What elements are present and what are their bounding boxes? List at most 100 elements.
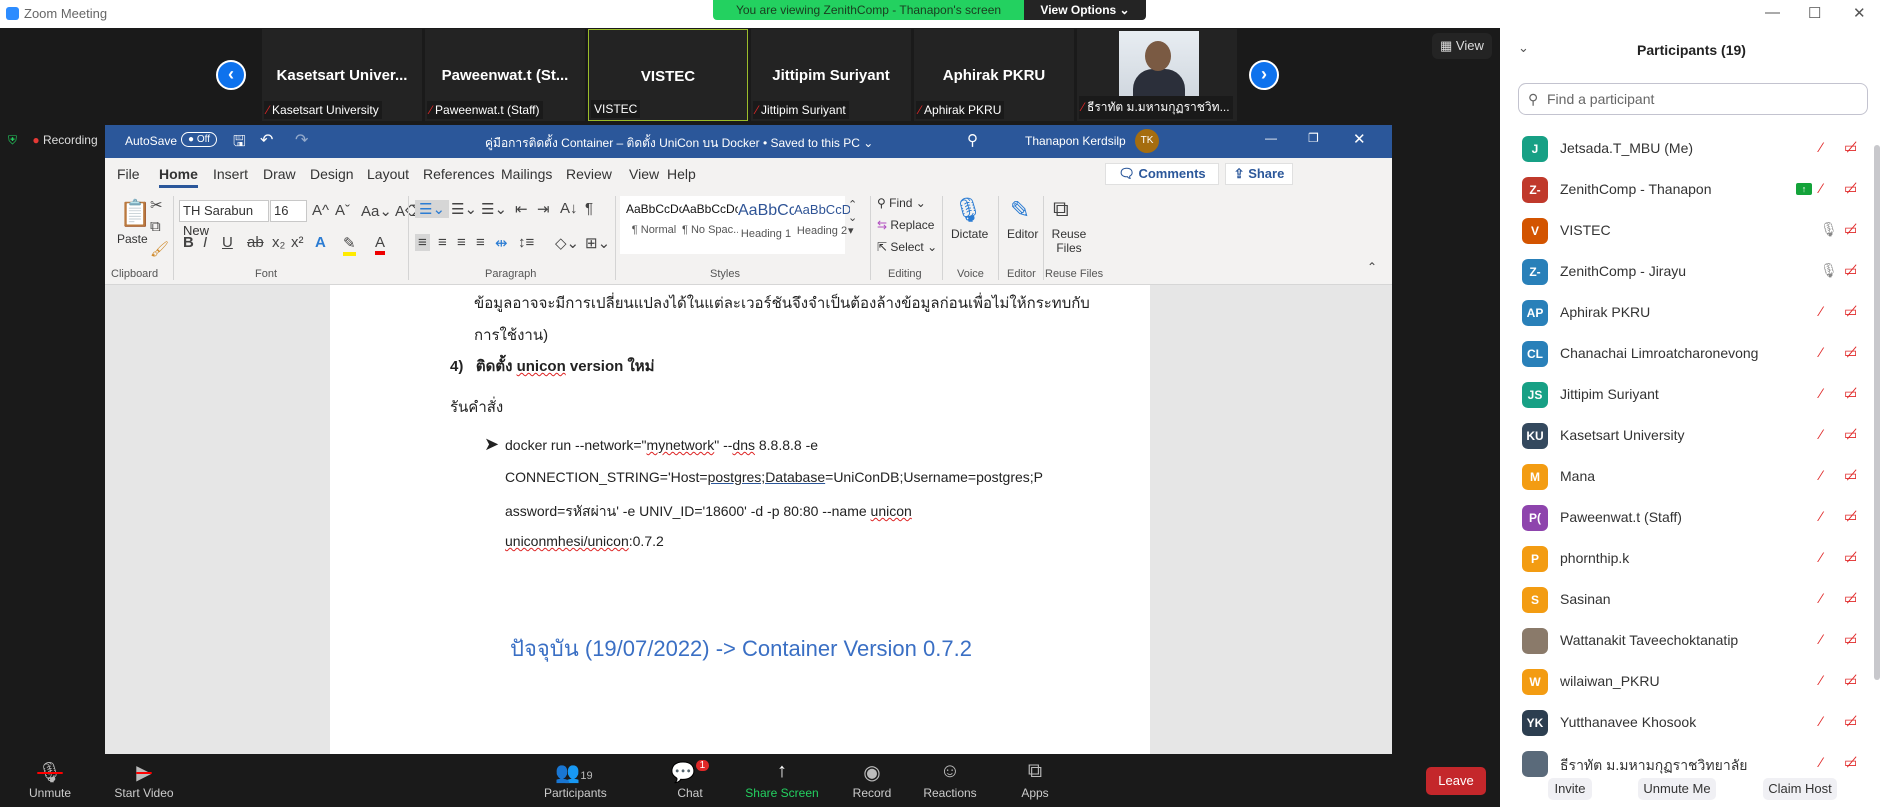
find-button[interactable]: ⚲ Find ⌄: [877, 196, 926, 210]
video-thumbnail[interactable]: Paweenwat.t (St... ⁄ Paweenwat.t (Staff): [425, 29, 585, 121]
video-off-icon[interactable]: ▭̸: [1844, 713, 1857, 730]
participant-row[interactable]: JS Jittipim Suriyant ⁄ ▭̸: [1522, 382, 1862, 423]
participants-scrollbar[interactable]: [1874, 145, 1880, 680]
font-size-select[interactable]: 16: [270, 200, 307, 222]
show-formatting-icon[interactable]: ¶: [585, 200, 593, 217]
claim-host-button[interactable]: Claim Host: [1763, 778, 1837, 800]
mic-muted-icon[interactable]: ⁄: [1820, 303, 1822, 319]
video-off-icon[interactable]: ▭̸: [1844, 467, 1857, 484]
toolbar-apps-button[interactable]: ⧉ Apps: [1005, 760, 1065, 800]
style-2[interactable]: AaBbCc Heading 1: [738, 202, 794, 240]
video-off-icon[interactable]: ▭̸: [1844, 303, 1857, 320]
leave-button[interactable]: Leave: [1426, 767, 1486, 795]
participant-row[interactable]: Z- ZenithComp - Jirayu 🎙 ▭̸: [1522, 259, 1862, 300]
align-left-icon[interactable]: ≡: [415, 234, 430, 251]
underline-icon[interactable]: U: [222, 234, 233, 251]
toolbar-reactions-button[interactable]: ☺ Reactions: [920, 760, 980, 800]
toolbar-participants-button[interactable]: 👥19 Participants: [544, 760, 607, 800]
video-thumbnail[interactable]: ⁄ ธีราทัต ม.มหามกุฏราชวิท...: [1077, 29, 1237, 121]
close-icon[interactable]: ✕: [1353, 130, 1366, 148]
numbering-icon[interactable]: ☰⌄: [451, 200, 477, 218]
mic-muted-icon[interactable]: ⁄: [1820, 631, 1822, 647]
dictate-button[interactable]: Dictate: [951, 227, 988, 241]
reuse-files-icon[interactable]: ⧉: [1053, 196, 1069, 222]
redo-icon[interactable]: ↷: [295, 130, 308, 150]
cut-icon[interactable]: ✂: [150, 196, 163, 214]
tab-mailings[interactable]: Mailings: [501, 166, 552, 182]
toolbar-share-screen-button[interactable]: ↑ Share Screen: [742, 760, 822, 800]
editor-pen-icon[interactable]: ✎: [1010, 196, 1030, 225]
participant-row[interactable]: V VISTEC 🎙 ▭̸: [1522, 218, 1862, 259]
shrink-font-icon[interactable]: Aˇ: [335, 202, 350, 219]
view-options-button[interactable]: View Options ⌄: [1024, 0, 1146, 20]
participant-row[interactable]: P(Paweenwat.t (Staff) ⁄ ▭̸: [1522, 505, 1862, 546]
grow-font-icon[interactable]: A^: [312, 202, 329, 219]
video-off-icon[interactable]: ▭̸: [1844, 754, 1857, 771]
tab-draw[interactable]: Draw: [263, 166, 296, 182]
font-name-select[interactable]: TH Sarabun New: [179, 200, 269, 238]
style-3[interactable]: AaBbCcD Heading 2: [794, 202, 850, 237]
participant-row[interactable]: Z- ZenithComp - Thanapon ↑ ⁄ ▭̸: [1522, 177, 1862, 218]
select-button[interactable]: ⇱ Select ⌄: [877, 240, 937, 254]
video-off-icon[interactable]: ▭̸: [1844, 549, 1857, 566]
mic-muted-icon[interactable]: ⁄: [1820, 139, 1822, 155]
video-off-icon[interactable]: ▭̸: [1844, 631, 1857, 648]
video-off-icon[interactable]: ▭̸: [1844, 385, 1857, 402]
video-off-icon[interactable]: ▭̸: [1844, 508, 1857, 525]
reuse-files-button[interactable]: Reuse Files: [1049, 227, 1089, 255]
restore-icon[interactable]: ❐: [1308, 131, 1319, 145]
participant-row[interactable]: Wwilaiwan_PKRU ⁄ ▭̸: [1522, 669, 1862, 710]
mic-muted-icon[interactable]: ⁄: [1820, 344, 1822, 360]
prev-page-button[interactable]: ‹: [216, 60, 246, 90]
format-painter-icon[interactable]: 🖌: [150, 240, 169, 258]
styles-scroll-buttons[interactable]: ⌃ ⌄ ▾: [848, 198, 857, 237]
video-off-icon[interactable]: ▭̸: [1844, 180, 1857, 197]
invite-button[interactable]: Invite: [1548, 778, 1592, 800]
superscript-icon[interactable]: x²: [291, 234, 304, 251]
tab-insert[interactable]: Insert: [213, 166, 248, 182]
distributed-icon[interactable]: ⇹: [495, 234, 508, 252]
participant-row[interactable]: YK Yutthanavee Khosook ⁄ ▭̸: [1522, 710, 1862, 751]
toolbar-record-button[interactable]: ◉ Record: [842, 760, 902, 800]
view-button[interactable]: ▦ View: [1432, 33, 1492, 59]
video-thumbnail[interactable]: Kasetsart Univer... ⁄ Kasetsart University: [262, 29, 422, 121]
toolbar-unmute-button[interactable]: 🎙 Unmute: [20, 760, 80, 800]
toolbar-start-video-button[interactable]: ▶ Start Video: [104, 760, 184, 800]
video-off-icon[interactable]: ▭̸: [1844, 262, 1857, 279]
participant-row[interactable]: J Jetsada.T_MBU (Me) ⁄ ▭̸: [1522, 136, 1862, 177]
decrease-indent-icon[interactable]: ⇤: [515, 200, 528, 218]
comments-button[interactable]: 🗨 Comments: [1105, 163, 1219, 185]
participant-row[interactable]: S Sasinan ⁄ ▭̸: [1522, 587, 1862, 628]
microphone-icon[interactable]: 🎙: [953, 196, 983, 225]
unmute-me-button[interactable]: Unmute Me: [1638, 778, 1716, 800]
tab-home[interactable]: Home: [159, 166, 198, 188]
participant-row[interactable]: CL Chanachai Limroatcharonevong ⁄ ▭̸: [1522, 341, 1862, 382]
bullets-icon[interactable]: ☰⌄: [415, 200, 450, 218]
mic-muted-icon[interactable]: ⁄: [1820, 549, 1822, 565]
participant-row[interactable]: Wattanakit Taveechoktanatip ⁄ ▭̸: [1522, 628, 1862, 669]
mic-muted-icon[interactable]: ⁄: [1820, 754, 1822, 770]
video-off-icon[interactable]: ▭̸: [1844, 139, 1857, 156]
paste-icon[interactable]: 📋: [119, 198, 151, 229]
multilevel-list-icon[interactable]: ☰⌄: [481, 200, 507, 218]
share-button[interactable]: ⇪ Share: [1225, 163, 1293, 185]
replace-button[interactable]: ⇆ Replace: [877, 218, 934, 232]
tab-layout[interactable]: Layout: [367, 166, 409, 182]
user-avatar[interactable]: TK: [1135, 129, 1159, 153]
strikethrough-icon[interactable]: ab: [247, 234, 264, 251]
participant-row[interactable]: M Mana ⁄ ▭̸: [1522, 464, 1862, 505]
text-effects-icon[interactable]: A: [315, 234, 326, 251]
font-color-icon[interactable]: A: [375, 234, 386, 255]
mic-muted-icon[interactable]: ⁄: [1820, 590, 1822, 606]
collapse-ribbon-icon[interactable]: ⌃: [1367, 260, 1377, 274]
document-page[interactable]: ข้อมูลอาจจะมีการเปลี่ยนแปลงได้ในแต่ละเวอ…: [330, 285, 1150, 754]
participant-row[interactable]: KU Kasetsart University ⁄ ▭̸: [1522, 423, 1862, 464]
style-0[interactable]: AaBbCcDc ¶ Normal: [626, 202, 682, 236]
mic-muted-icon[interactable]: ⁄: [1820, 426, 1822, 442]
minimize-button[interactable]: —: [1765, 4, 1780, 21]
align-center-icon[interactable]: ≡: [438, 234, 447, 251]
video-off-icon[interactable]: ▭̸: [1844, 426, 1857, 443]
video-off-icon[interactable]: ▭̸: [1844, 590, 1857, 607]
video-thumbnail[interactable]: Aphirak PKRU ⁄ Aphirak PKRU: [914, 29, 1074, 121]
participant-row[interactable]: AP Aphirak PKRU ⁄ ▭̸: [1522, 300, 1862, 341]
